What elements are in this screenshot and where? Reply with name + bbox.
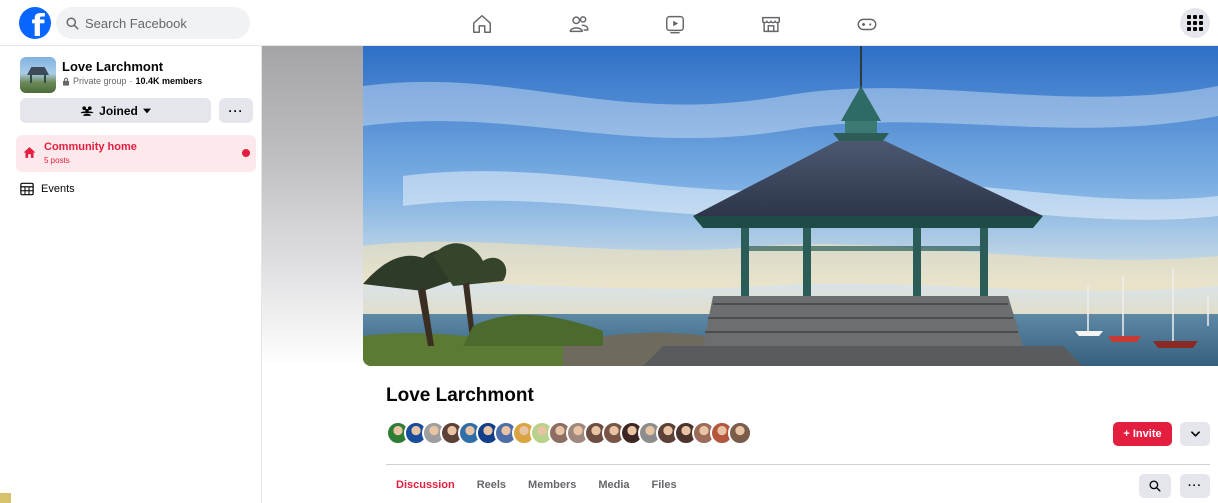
- cover-photo[interactable]: [363, 46, 1218, 366]
- members-count[interactable]: 10.4K members: [136, 76, 203, 86]
- tabs-divider: [386, 464, 1210, 465]
- search-input[interactable]: [85, 15, 245, 31]
- privacy-label: Private group: [73, 76, 127, 86]
- notification-dot: [242, 149, 250, 157]
- group-meta: Private group · 10.4K members: [62, 76, 202, 86]
- sidebar-item-label: Events: [41, 183, 75, 195]
- home-icon: [23, 147, 36, 158]
- group-tabs: Discussion Reels Members Media Files: [396, 479, 677, 491]
- top-navigation-bar: f: [0, 0, 1218, 46]
- sidebar-item-label: Community home: [44, 141, 137, 153]
- sidebar-item-sublabel: 5 posts: [44, 156, 70, 165]
- group-thumbnail[interactable]: [20, 57, 56, 93]
- grid-menu-icon[interactable]: [1180, 8, 1210, 38]
- group-sidebar: Love Larchmont Private group · 10.4K mem…: [0, 46, 262, 503]
- tabs-more-button[interactable]: ···: [1180, 474, 1210, 498]
- tab-reels[interactable]: Reels: [477, 479, 506, 491]
- joined-button[interactable]: Joined: [20, 98, 211, 123]
- member-avatar[interactable]: [728, 421, 752, 445]
- search-icon: [1149, 480, 1161, 492]
- marketplace-icon[interactable]: [757, 10, 785, 38]
- facebook-logo[interactable]: f: [19, 7, 51, 39]
- gaming-icon[interactable]: [853, 10, 881, 38]
- sidebar-item-community-home[interactable]: Community home 5 posts: [16, 135, 256, 172]
- home-icon[interactable]: [468, 10, 496, 38]
- sidebar-item-events[interactable]: Events: [20, 180, 75, 198]
- sidebar-group-name[interactable]: Love Larchmont: [62, 59, 163, 74]
- tab-discussion[interactable]: Discussion: [396, 479, 455, 491]
- caret-down-icon: [142, 108, 151, 113]
- group-members-icon: [80, 105, 94, 116]
- expand-button[interactable]: [1180, 422, 1210, 446]
- friends-icon[interactable]: [565, 10, 593, 38]
- search-bar[interactable]: [56, 7, 250, 39]
- group-title[interactable]: Love Larchmont: [386, 385, 534, 407]
- calendar-icon: [20, 182, 34, 196]
- sidebar-more-button[interactable]: ···: [219, 98, 253, 123]
- tab-media[interactable]: Media: [598, 479, 629, 491]
- corner-decoration: [0, 493, 11, 503]
- search-icon: [66, 16, 79, 30]
- lock-icon: [63, 77, 69, 86]
- tab-members[interactable]: Members: [528, 479, 576, 491]
- invite-button[interactable]: + Invite: [1113, 422, 1172, 446]
- video-icon[interactable]: [661, 10, 689, 38]
- cover-side-gradient: [262, 46, 363, 366]
- facebook-logo-letter: f: [31, 9, 45, 40]
- joined-label: Joined: [99, 103, 138, 118]
- chevron-down-icon: [1190, 431, 1200, 437]
- tab-files[interactable]: Files: [652, 479, 677, 491]
- member-avatars[interactable]: [386, 421, 752, 447]
- meta-separator: ·: [129, 76, 133, 86]
- group-search-button[interactable]: [1139, 474, 1171, 498]
